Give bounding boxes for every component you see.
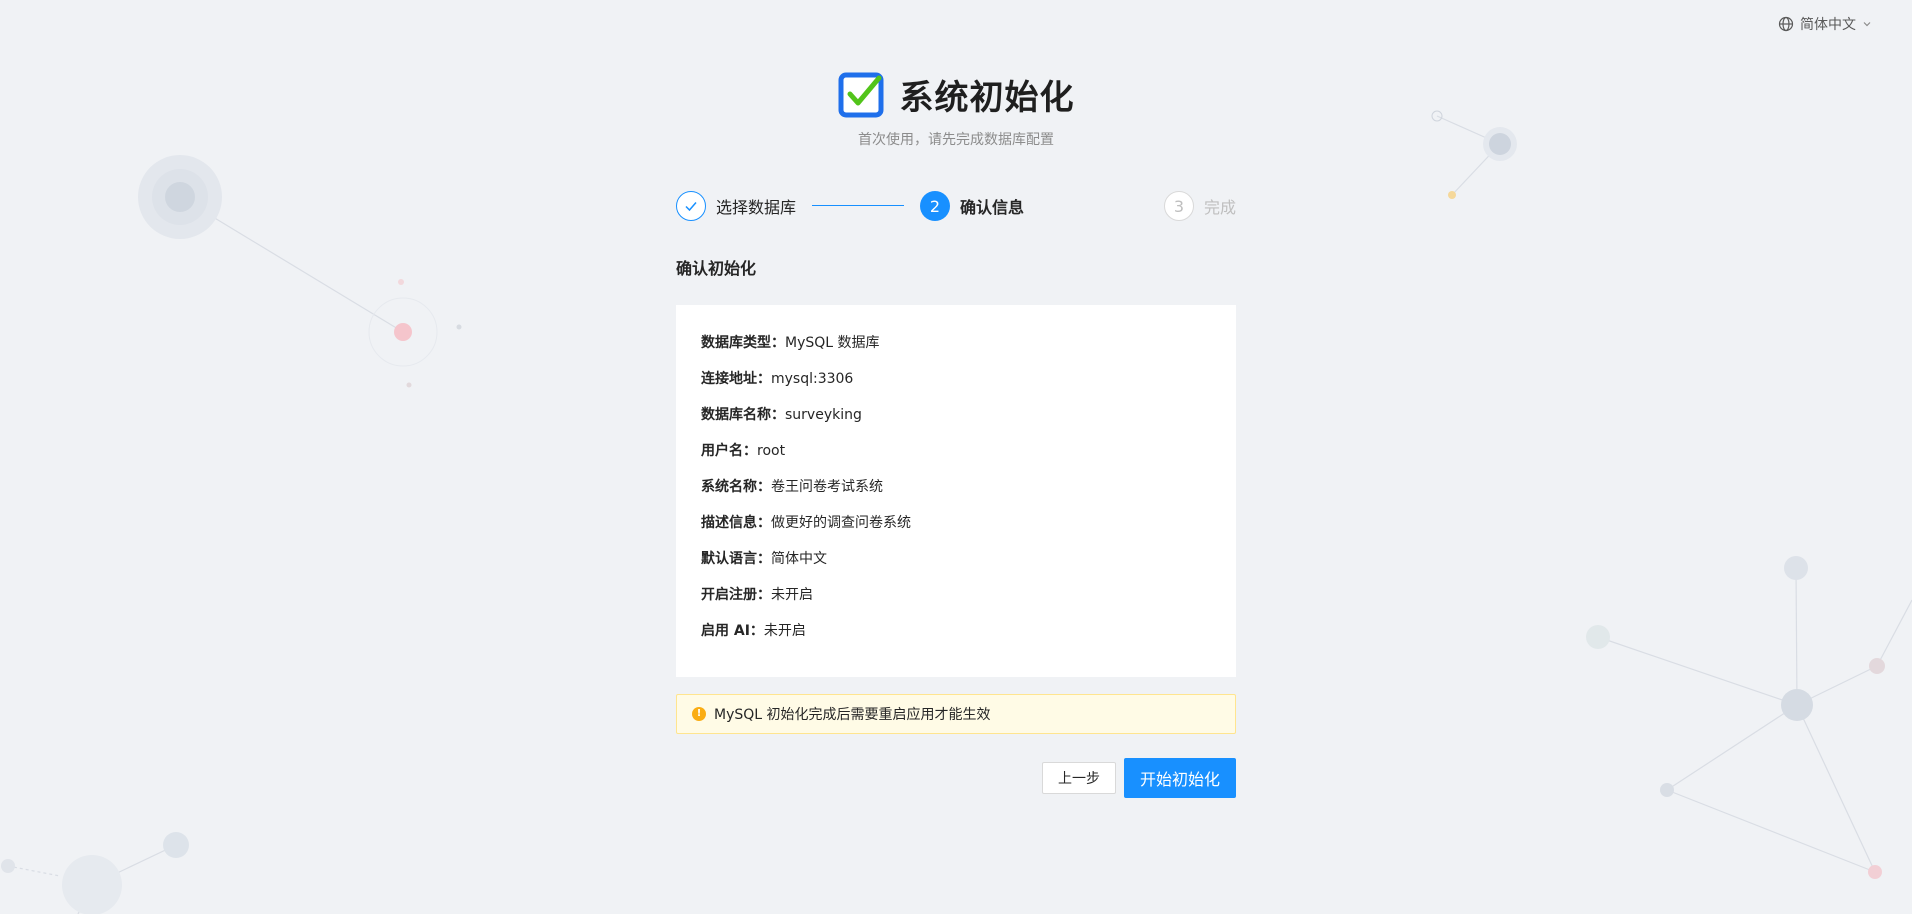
step-connector	[812, 205, 904, 206]
page-title: 系统初始化	[899, 78, 1075, 118]
steps-progress: 选择数据库 2 确认信息 3 完成	[676, 190, 1236, 224]
info-label: 启用 AI：	[701, 623, 764, 639]
step-complete: 3 完成	[1164, 190, 1236, 222]
step-label: 选择数据库	[716, 198, 797, 217]
page-subtitle: 首次使用，请先完成数据库配置	[858, 132, 1054, 148]
language-switcher[interactable]: 简体中文	[1778, 14, 1872, 34]
start-initialization-button[interactable]: 开始初始化	[1124, 758, 1236, 798]
info-label: 描述信息：	[701, 515, 771, 531]
globe-icon	[1778, 16, 1794, 32]
info-row-system-name: 系统名称：卷王问卷考试系统	[701, 469, 1211, 505]
info-label: 用户名：	[701, 443, 757, 459]
info-label: 默认语言：	[701, 551, 771, 567]
info-row-username: 用户名：root	[701, 433, 1211, 469]
step-finished-indicator	[676, 191, 706, 221]
previous-step-button[interactable]: 上一步	[1042, 762, 1116, 794]
info-value: MySQL 数据库	[785, 335, 880, 351]
step-label: 完成	[1204, 198, 1237, 217]
warning-alert: ! MySQL 初始化完成后需要重启应用才能生效	[676, 694, 1236, 734]
chevron-down-icon	[1863, 22, 1871, 27]
setup-page: 简体中文 系统初始化 首次使用，请先完成数据库配置 选择数据库 2 确认信息 3…	[0, 0, 1912, 914]
info-row-description: 描述信息：做更好的调查问卷系统	[701, 505, 1211, 541]
step-confirm-info: 2 确认信息	[920, 190, 1024, 222]
section-title: 确认初始化	[676, 259, 757, 278]
info-label: 系统名称：	[701, 479, 771, 495]
exclamation-circle-icon: !	[692, 707, 706, 721]
info-value: root	[757, 443, 786, 459]
info-value: 未开启	[763, 623, 806, 639]
info-label: 开启注册：	[701, 587, 771, 603]
info-row-address: 连接地址：mysql:3306	[701, 361, 1211, 397]
info-row-ai: 启用 AI：未开启	[701, 613, 1211, 649]
info-value: 做更好的调查问卷系统	[771, 515, 911, 531]
info-row-db-type: 数据库类型：MySQL 数据库	[701, 325, 1211, 361]
alert-text: MySQL 初始化完成后需要重启应用才能生效	[714, 707, 991, 723]
step-label: 确认信息	[960, 198, 1025, 217]
info-value: 简体中文	[771, 551, 827, 567]
info-row-db-name: 数据库名称：surveyking	[701, 397, 1211, 433]
info-label: 连接地址：	[701, 371, 771, 387]
info-label: 数据库类型：	[701, 335, 785, 351]
info-row-registration: 开启注册：未开启	[701, 577, 1211, 613]
page-header: 系统初始化 首次使用，请先完成数据库配置	[0, 70, 1912, 149]
checkbox-logo-icon	[838, 72, 883, 117]
info-value: 卷王问卷考试系统	[771, 479, 883, 495]
info-label: 数据库名称：	[701, 407, 785, 423]
step-number: 3	[1164, 191, 1194, 221]
step-select-database: 选择数据库	[676, 190, 796, 222]
confirm-info-card: 数据库类型：MySQL 数据库 连接地址：mysql:3306 数据库名称：su…	[676, 305, 1236, 677]
check-icon	[685, 202, 697, 212]
language-label: 简体中文	[1800, 17, 1856, 33]
info-value: mysql:3306	[771, 371, 854, 387]
step-number: 2	[920, 191, 950, 221]
info-value: 未开启	[771, 587, 813, 603]
info-row-default-language: 默认语言：简体中文	[701, 541, 1211, 577]
info-value: surveyking	[785, 407, 862, 423]
title-row: 系统初始化	[0, 70, 1912, 119]
